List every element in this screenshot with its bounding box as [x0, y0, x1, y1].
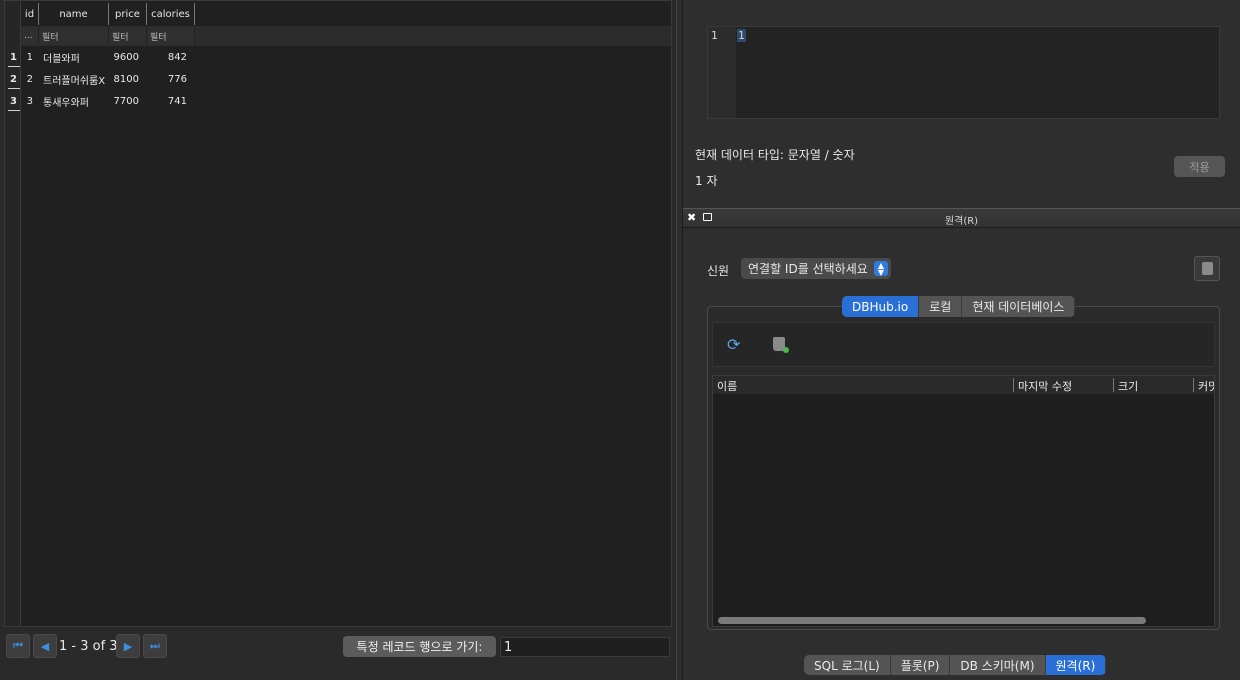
record-navigation-bar: ⏮ ◀ 1 - 3 of 3 ▶ ⏭ 특정 레코드 행으로 가기: — [0, 631, 676, 661]
char-count-label: 1 자 — [695, 174, 718, 188]
tab-local[interactable]: 로컬 — [919, 296, 963, 317]
cell-name[interactable]: 트러플머쉬룸X — [37, 68, 109, 90]
cell-id[interactable]: 3 — [21, 90, 33, 112]
header-commit[interactable]: 커밋 — [1193, 378, 1214, 392]
horizontal-scrollbar[interactable] — [718, 617, 1146, 624]
remote-file-table[interactable]: 이름 마지막 수정 크기 커밋 — [712, 375, 1215, 627]
next-record-icon: ▶ — [123, 639, 133, 653]
header-name[interactable]: 이름 — [713, 378, 1013, 393]
cell-editor[interactable]: 1 1 — [707, 26, 1220, 119]
identity-select-value: 연결할 ID를 선택하세요 — [748, 262, 868, 276]
cell-id[interactable]: 1 — [21, 46, 33, 68]
editor-content[interactable]: 1 — [737, 29, 746, 42]
filter-input-name[interactable]: 필터 — [39, 27, 109, 45]
cell-name[interactable]: 통새우와퍼 — [37, 90, 109, 112]
side-panel: 1 1 현재 데이터 타입: 문자열 / 숫자 1 자 적용 ✖ 원격(R) 신… — [683, 0, 1240, 680]
first-record-icon: ⏮ — [13, 639, 23, 652]
data-grid[interactable]: id name price calories ... 필터 필터 필터 1 1 … — [4, 0, 672, 627]
data-type-label: 현재 데이터 타입: 문자열 / 숫자 — [695, 148, 855, 162]
filter-row-marker: ... — [21, 27, 39, 45]
goto-record-input[interactable] — [500, 637, 670, 657]
prev-record-button[interactable]: ◀ — [33, 634, 57, 658]
remote-toolbar: ⟳ — [712, 322, 1215, 367]
identity-select[interactable]: 연결할 ID를 선택하세요 ▲ ▼ — [741, 258, 891, 279]
database-add-icon[interactable] — [773, 337, 789, 353]
last-record-button[interactable]: ⏭ — [143, 634, 167, 658]
remote-panel-title: 원격(R) — [944, 216, 979, 227]
cell-name[interactable]: 더블와퍼 — [37, 46, 109, 68]
tab-dbhub[interactable]: DBHub.io — [842, 296, 920, 317]
header-last-modified[interactable]: 마지막 수정 — [1013, 378, 1113, 393]
pane-splitter[interactable] — [676, 0, 683, 680]
column-header-id[interactable]: id — [21, 3, 39, 25]
editor-line-number: 1 — [711, 29, 718, 42]
cell-price[interactable]: 8100 — [109, 68, 139, 90]
column-header-name[interactable]: name — [39, 3, 109, 25]
first-record-button[interactable]: ⏮ — [6, 634, 30, 658]
cell-price[interactable]: 9600 — [109, 46, 139, 68]
tab-plot[interactable]: 플롯(P) — [891, 655, 951, 675]
database-add-icon — [1202, 262, 1213, 275]
remote-table-header: 이름 마지막 수정 크기 커밋 — [713, 376, 1214, 394]
cell-calories[interactable]: 842 — [147, 46, 187, 68]
record-count: 1 - 3 of 3 — [59, 639, 118, 654]
row-header-strip — [5, 1, 21, 626]
apply-button[interactable]: 적용 — [1174, 156, 1225, 177]
tab-db-schema[interactable]: DB 스키마(M) — [950, 655, 1046, 675]
filter-input-calories[interactable]: 필터 — [147, 27, 195, 45]
column-header-price[interactable]: price — [109, 3, 147, 25]
filter-input-price[interactable]: 필터 — [109, 27, 147, 45]
goto-record-button[interactable]: 특정 레코드 행으로 가기: — [343, 636, 496, 657]
tab-remote[interactable]: 원격(R) — [1045, 655, 1107, 675]
last-record-icon: ⏭ — [150, 639, 160, 652]
cell-id[interactable]: 2 — [21, 68, 33, 90]
remote-tab-strip: DBHub.io 로컬 현재 데이터베이스 — [842, 296, 1076, 317]
prev-record-icon: ◀ — [40, 639, 50, 653]
refresh-icon[interactable]: ⟳ — [727, 335, 740, 354]
next-record-button[interactable]: ▶ — [116, 634, 140, 658]
dock-tab-strip: SQL 로그(L) 플롯(P) DB 스키마(M) 원격(R) — [804, 655, 1107, 675]
chevron-updown-icon: ▲ ▼ — [874, 261, 888, 276]
tab-current-database[interactable]: 현재 데이터베이스 — [962, 296, 1076, 317]
data-browser-pane: id name price calories ... 필터 필터 필터 1 1 … — [0, 0, 676, 680]
identity-label: 신원 — [707, 264, 730, 278]
cell-calories[interactable]: 741 — [147, 90, 187, 112]
tab-sql-log[interactable]: SQL 로그(L) — [804, 655, 891, 675]
column-header-calories[interactable]: calories — [147, 3, 195, 25]
cell-price[interactable]: 7700 — [109, 90, 139, 112]
remote-panel-title-bar: ✖ 원격(R) — [683, 208, 1240, 228]
database-add-button[interactable] — [1194, 256, 1220, 281]
cell-calories[interactable]: 776 — [147, 68, 187, 90]
header-size[interactable]: 크기 — [1113, 378, 1193, 393]
